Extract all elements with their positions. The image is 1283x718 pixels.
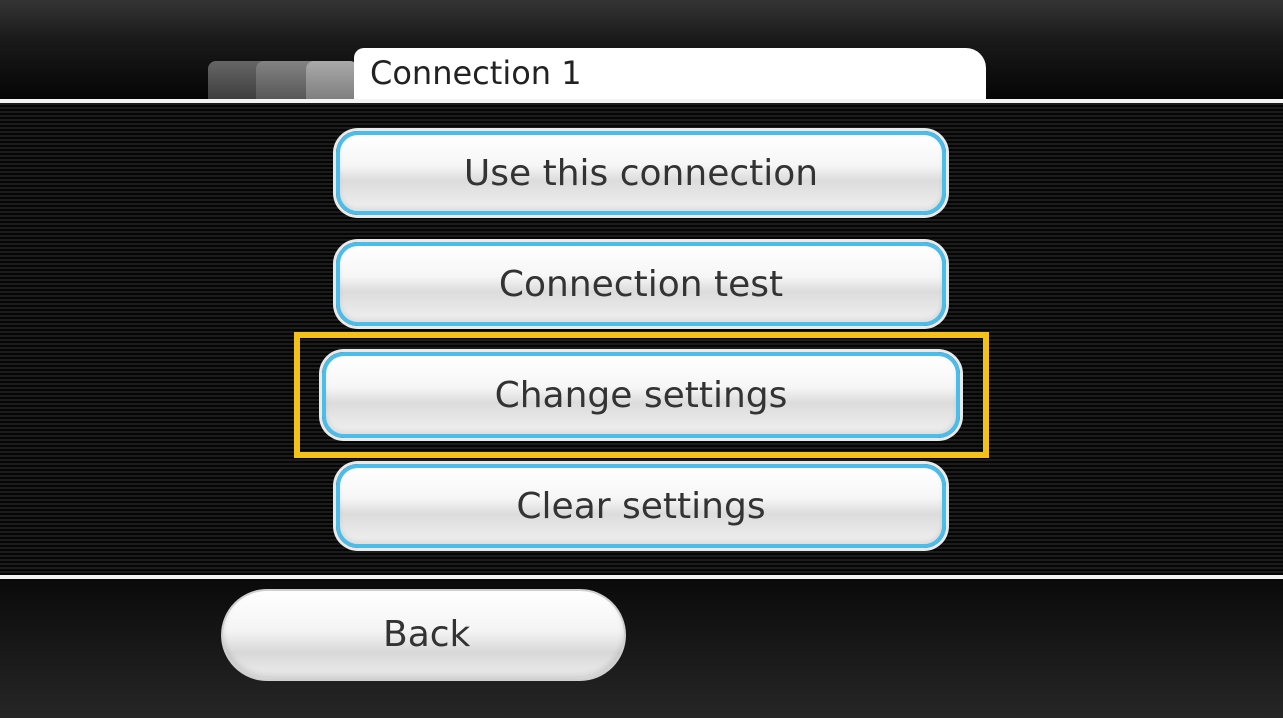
inactive-tabs <box>208 61 358 99</box>
use-this-connection-button[interactable]: Use this connection <box>336 131 946 215</box>
button-label: Change settings <box>494 374 788 416</box>
back-button-label: Back <box>383 614 471 655</box>
button-label: Connection test <box>498 263 784 305</box>
connection-test-button[interactable]: Connection test <box>336 242 946 326</box>
button-label: Clear settings <box>516 485 766 527</box>
footer-bar <box>0 579 1283 718</box>
inactive-tab <box>306 61 358 99</box>
change-settings-button[interactable]: Change settings <box>322 352 960 438</box>
page-title: Connection 1 <box>370 54 582 92</box>
connection-tab: Connection 1 <box>354 48 986 99</box>
button-label: Use this connection <box>463 152 819 194</box>
back-button[interactable]: Back <box>221 589 626 681</box>
clear-settings-button[interactable]: Clear settings <box>336 464 946 548</box>
